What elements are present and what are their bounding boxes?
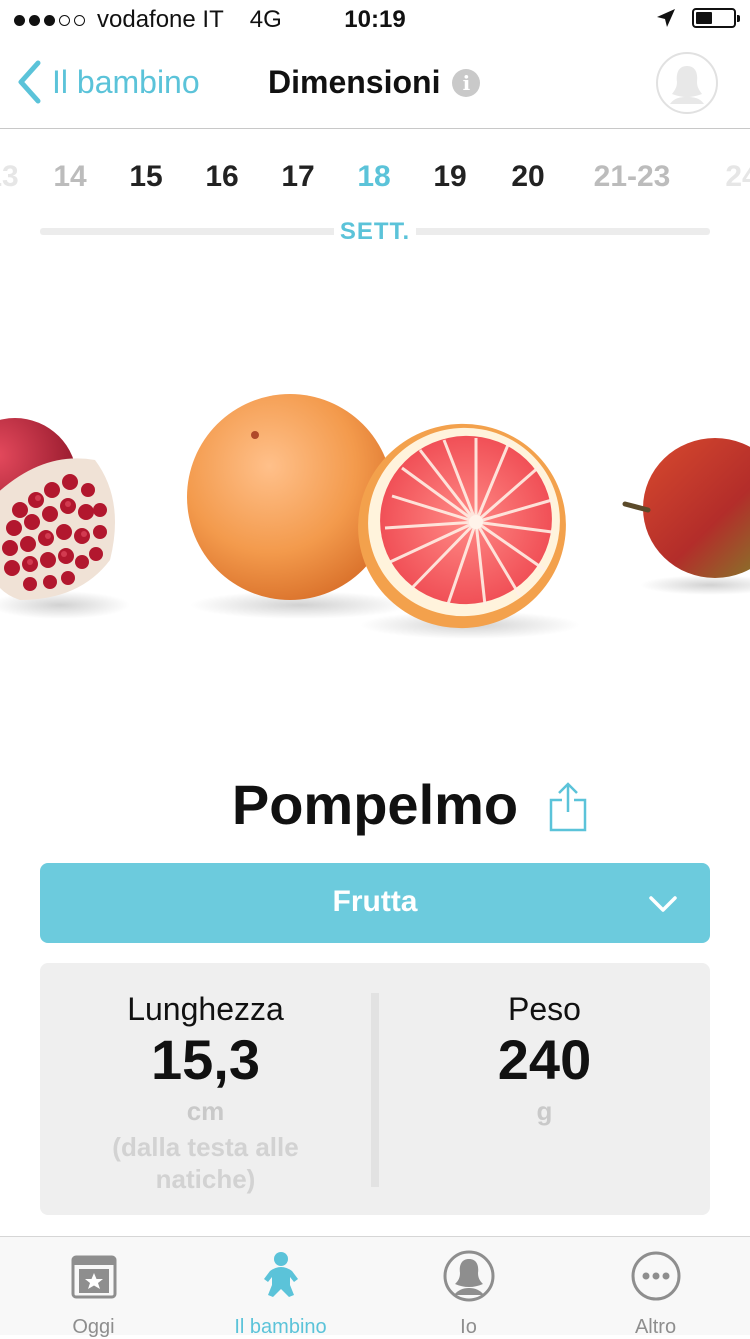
fruit-illustration [0,394,750,639]
weight-stat: Peso 240 g [379,991,710,1127]
week-item[interactable]: 15 [129,160,162,194]
tab-oggi[interactable]: Oggi [0,1249,187,1339]
tab-label: Altro [634,1316,677,1338]
fruit-name-row: Pompelmo [0,772,750,837]
chevron-down-icon [649,896,677,912]
location-arrow-icon [657,9,675,27]
category-dropdown[interactable]: Frutta [40,863,710,943]
fruit-carousel[interactable] [0,300,750,720]
tab-label: Oggi [72,1316,115,1338]
week-item[interactable]: 13 [0,160,19,194]
pomegranate-image [0,418,130,619]
tab-io[interactable]: Io [375,1249,562,1339]
week-item[interactable]: 24 [725,160,750,194]
fruit-name: Pompelmo [231,773,519,836]
share-icon[interactable] [548,780,588,832]
length-unit: cm [186,1096,225,1126]
length-note: (dalla testa alle natiche) [112,1132,299,1194]
length-stat: Lunghezza 15,3 cm (dalla testa alle nati… [40,991,371,1195]
tab-label: Il bambino [234,1316,327,1338]
calendar-star-icon [71,1255,116,1299]
category-label: Frutta [332,885,418,918]
user-avatar-icon [659,55,715,111]
week-unit-text: SETT. [333,218,417,245]
weight-unit: g [536,1096,553,1126]
week-item[interactable]: 17 [281,160,314,194]
chevron-left-icon [18,60,41,104]
back-label: Il bambino [52,63,200,100]
week-item[interactable]: 19 [433,160,466,194]
week-item[interactable]: 20 [511,160,544,194]
tab-bar: Oggi Il bambino Io Altro [0,1236,750,1338]
week-item-selected[interactable]: 18 [357,160,390,194]
status-bar: vodafone IT 4G 10:19 [0,0,750,40]
week-item[interactable]: 21-23 [594,160,671,194]
navigation-bar: Il bambino Dimensioni i [0,40,750,129]
size-stats-card: Lunghezza 15,3 cm (dalla testa alle nati… [40,963,710,1215]
week-item[interactable]: 14 [53,160,86,194]
battery-level [696,12,712,24]
baby-icon [263,1252,298,1297]
length-value: 15,3 [151,1028,260,1091]
tab-il-bambino[interactable]: Il bambino [187,1249,374,1339]
page-title: Dimensioni [268,64,441,100]
weight-label: Peso [508,991,581,1027]
mango-image [622,438,750,595]
person-icon [443,1250,494,1302]
back-button[interactable]: Il bambino [16,60,200,104]
week-selector[interactable]: 13 14 15 16 17 18 19 20 21-23 24 [0,160,750,210]
tab-altro[interactable]: Altro [562,1249,749,1339]
weight-value: 240 [497,1028,592,1091]
length-label: Lunghezza [127,991,284,1027]
more-icon [631,1251,680,1301]
clock: 10:19 [344,6,406,33]
week-item[interactable]: 16 [205,160,238,194]
battery-icon [692,8,740,28]
info-icon[interactable]: i [452,68,481,97]
tab-label: Io [460,1316,477,1338]
avatar[interactable] [656,52,718,114]
stats-divider [371,993,379,1187]
week-unit-label: SETT. [0,218,750,246]
page-title-group: Dimensioni i [268,64,481,101]
